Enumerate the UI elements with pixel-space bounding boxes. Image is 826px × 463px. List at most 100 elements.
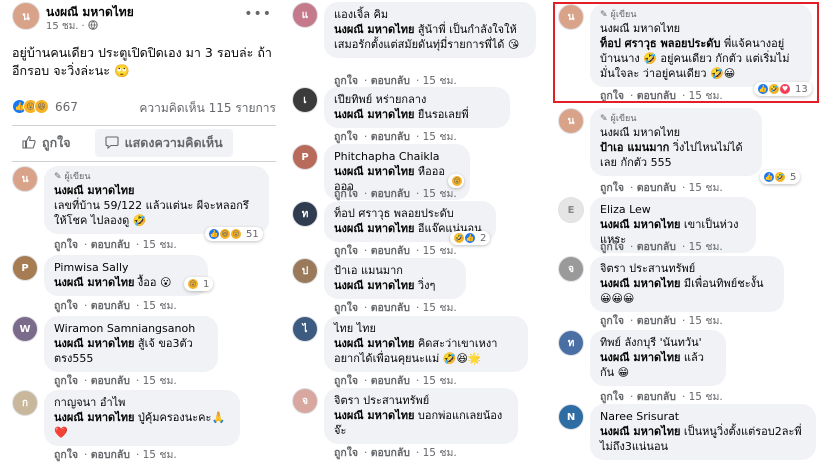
comment-reply-link[interactable]: ตอบกลับ (371, 131, 410, 143)
comment-time[interactable]: 15 ชม. (423, 245, 457, 257)
comment-mention[interactable]: นงผณี มหาดไทย (54, 276, 134, 289)
commenter-name[interactable]: นงผณี มหาดไทย (600, 125, 752, 140)
comment-like-link[interactable]: ถูกใจ (54, 449, 78, 461)
comment-reply-link[interactable]: ตอบกลับ (371, 302, 410, 314)
comment-count[interactable]: ความคิดเห็น 115 รายการ (139, 99, 276, 118)
comment-mention[interactable]: นงผณี มหาดไทย (600, 277, 680, 290)
comment-time[interactable]: 15 ชม. (689, 315, 723, 327)
commenter-name[interactable]: เปียทิพย์ หร่ายกลาง (334, 92, 500, 107)
comment-time[interactable]: 15 ชม. (689, 241, 723, 253)
commenter-avatar[interactable]: P (12, 255, 38, 281)
commenter-avatar[interactable]: จ (558, 256, 584, 282)
comment-button[interactable]: แสดงความคิดเห็น (94, 129, 233, 157)
commenter-avatar[interactable]: ป (292, 258, 318, 284)
comment-reply-link[interactable]: ตอบกลับ (371, 245, 410, 257)
comment-like-link[interactable]: ถูกใจ (334, 131, 358, 143)
comment-like-link[interactable]: ถูกใจ (600, 315, 624, 327)
like-button[interactable]: ถูกใจ (12, 129, 81, 157)
comment-mention[interactable]: นงผณี มหาดไทย (334, 108, 414, 121)
commenter-avatar[interactable]: E (558, 197, 584, 223)
comment-like-link[interactable]: ถูกใจ (600, 241, 624, 253)
comment-time[interactable]: 15 ชม. (423, 75, 457, 87)
commenter-name[interactable]: ป้าเอ แมนมาก (334, 263, 456, 278)
commenter-name[interactable]: Wiramon Samniangsanoh (54, 321, 208, 336)
comment-reply-link[interactable]: ตอบกลับ (637, 241, 676, 253)
comment-reply-link[interactable]: ตอบกลับ (91, 375, 130, 387)
comment-reply-link[interactable]: ตอบกลับ (91, 239, 130, 251)
post-reactions[interactable]: 👍 😮 😆 667 (12, 99, 78, 114)
commenter-name[interactable]: แองเจิ้ล คิม (334, 7, 526, 22)
comment-time[interactable]: 15 ชม. (423, 188, 457, 200)
comment-mention[interactable]: นงผณี มหาดไทย (334, 23, 414, 36)
comment-time[interactable]: 15 ชม. (423, 302, 457, 314)
comment-like-link[interactable]: ถูกใจ (334, 375, 358, 387)
comment-time[interactable]: 15 ชม. (143, 300, 177, 312)
comment-like-link[interactable]: ถูกใจ (600, 391, 624, 403)
comment-mention[interactable]: นงผณี มหาดไทย (334, 337, 414, 350)
more-options-icon[interactable]: ••• (244, 6, 272, 22)
comment-reply-link[interactable]: ตอบกลับ (371, 447, 410, 459)
comment-mention[interactable]: นงผณี มหาดไทย (600, 218, 680, 231)
comment-mention[interactable]: นงผณี มหาดไทย (334, 222, 414, 235)
commenter-name[interactable]: จิตรา ประสานทรัพย์ (334, 393, 508, 408)
comment-reply-link[interactable]: ตอบกลับ (91, 449, 130, 461)
comment-mention[interactable]: ป้าเอ แมนมาก (600, 141, 669, 154)
commenter-avatar[interactable]: ก (12, 390, 38, 416)
post-time[interactable]: 15 ชม. (46, 19, 78, 34)
comment-time[interactable]: 15 ชม. (143, 375, 177, 387)
comment-time[interactable]: 15 ชม. (423, 447, 457, 459)
comment-like-link[interactable]: ถูกใจ (334, 75, 358, 87)
commenter-avatar[interactable]: N (558, 404, 584, 430)
comment-reply-link[interactable]: ตอบกลับ (637, 391, 676, 403)
comment-like-link[interactable]: ถูกใจ (54, 300, 78, 312)
post-author-avatar[interactable]: น (12, 2, 40, 30)
comment-time[interactable]: 15 ชม. (423, 375, 457, 387)
commenter-avatar[interactable]: P (292, 144, 318, 170)
commenter-avatar[interactable]: แ (292, 2, 318, 28)
comment-reply-link[interactable]: ตอบกลับ (371, 75, 410, 87)
comment-mention[interactable]: นงผณี มหาดไทย (334, 279, 414, 292)
comment-like-link[interactable]: ถูกใจ (334, 245, 358, 257)
comment-time[interactable]: 15 ชม. (143, 239, 177, 251)
commenter-name[interactable]: Eliza Lew (600, 202, 746, 217)
comment-reply-link[interactable]: ตอบกลับ (371, 375, 410, 387)
comment-reply-link[interactable]: ตอบกลับ (637, 182, 676, 194)
comment-reactions[interactable]: 👍 🤣 5 (760, 170, 801, 184)
comment-reply-link[interactable]: ตอบกลับ (91, 300, 130, 312)
commenter-name[interactable]: นงผณี มหาดไทย (54, 183, 259, 198)
commenter-avatar[interactable]: น (12, 166, 38, 192)
commenter-name[interactable]: ทิพย์ ลังกบุรี 'นันทวัน' (600, 335, 716, 350)
comment-mention[interactable]: นงผณี มหาดไทย (54, 411, 134, 424)
comment-mention[interactable]: นงผณี มหาดไทย (54, 337, 134, 350)
comment-like-link[interactable]: ถูกใจ (334, 447, 358, 459)
comment-like-link[interactable]: ถูกใจ (600, 182, 624, 194)
commenter-name[interactable]: จิตรา ประสานทรัพย์ (600, 261, 774, 276)
commenter-name[interactable]: Phitchapha Chaikla (334, 149, 460, 164)
comment-like-link[interactable]: ถูกใจ (334, 302, 358, 314)
comment-reactions[interactable]: 😮 1 (184, 277, 214, 291)
comment-reactions[interactable]: 👍 😆 😮 51 (205, 227, 263, 241)
commenter-avatar[interactable]: น (558, 108, 584, 134)
commenter-avatar[interactable]: ท (292, 201, 318, 227)
comment-time[interactable]: 15 ชม. (689, 391, 723, 403)
comment-like-link[interactable]: ถูกใจ (334, 188, 358, 200)
commenter-name[interactable]: Pimwisa Sally (54, 260, 198, 275)
comment-time[interactable]: 15 ชม. (689, 182, 723, 194)
commenter-avatar[interactable]: ไ (292, 316, 318, 342)
commenter-avatar[interactable]: เ (292, 87, 318, 113)
commenter-avatar[interactable]: จ (292, 388, 318, 414)
comment-time[interactable]: 15 ชม. (143, 449, 177, 461)
comment-mention[interactable]: นงผณี มหาดไทย (600, 351, 680, 364)
comment-reply-link[interactable]: ตอบกลับ (637, 315, 676, 327)
commenter-name[interactable]: ท็อป ศราวุธ พลอยประดับ (334, 206, 486, 221)
comment-mention[interactable]: นงผณี มหาดไทย (334, 409, 414, 422)
commenter-name[interactable]: กาญจนา อำไพ (54, 395, 230, 410)
commenter-name[interactable]: Naree Srisurat (600, 409, 806, 424)
comment-mention[interactable]: นงผณี มหาดไทย (600, 425, 680, 438)
commenter-avatar[interactable]: ท (558, 330, 584, 356)
commenter-avatar[interactable]: W (12, 316, 38, 342)
comment-like-link[interactable]: ถูกใจ (54, 239, 78, 251)
comment-time[interactable]: 15 ชม. (423, 131, 457, 143)
comment-reply-link[interactable]: ตอบกลับ (371, 188, 410, 200)
comment-like-link[interactable]: ถูกใจ (54, 375, 78, 387)
